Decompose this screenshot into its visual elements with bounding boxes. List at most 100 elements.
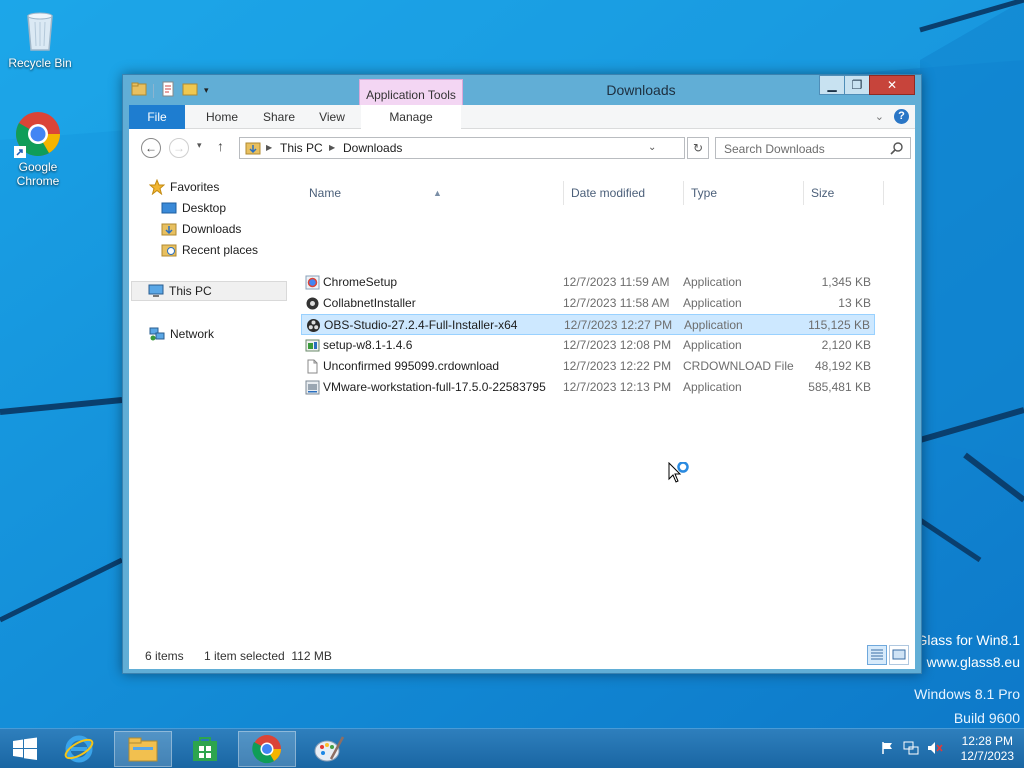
file-name: setup-w8.1-1.4.6: [323, 338, 413, 352]
store-icon: [193, 737, 217, 761]
file-type: CRDOWNLOAD File: [683, 359, 794, 373]
minimize-button[interactable]: ▁: [819, 75, 845, 95]
nav-favorites[interactable]: Favorites: [148, 177, 220, 197]
column-header-date[interactable]: Date modified: [571, 181, 645, 205]
file-row-selected[interactable]: OBS-Studio-27.2.4-Full-Installer-x64 12/…: [301, 314, 875, 335]
network-icon: [149, 326, 165, 342]
nav-this-pc[interactable]: This PC: [131, 281, 287, 301]
column-header-type[interactable]: Type: [691, 181, 717, 205]
maximize-button[interactable]: ❐: [844, 75, 870, 95]
column-divider[interactable]: [883, 181, 884, 205]
file-type: Application: [683, 296, 742, 310]
nav-recent-places[interactable]: Recent places: [161, 240, 258, 260]
breadcrumb-this-pc[interactable]: This PC: [280, 141, 323, 155]
large-icons-view-button[interactable]: [889, 645, 909, 665]
file-row[interactable]: Unconfirmed 995099.crdownload 12/7/2023 …: [301, 356, 875, 377]
recycle-bin-desktop-icon[interactable]: Recycle Bin: [2, 6, 78, 70]
breadcrumb-downloads[interactable]: Downloads: [343, 141, 402, 155]
os-build: Build 9600: [953, 710, 1020, 726]
nav-network[interactable]: Network: [149, 324, 214, 344]
file-date: 12/7/2023 11:58 AM: [563, 296, 670, 310]
nav-favorites-label: Favorites: [170, 180, 220, 194]
installer-icon: [305, 296, 320, 311]
recycle-bin-icon: [16, 6, 64, 54]
file-row[interactable]: CollabnetInstaller 12/7/2023 11:58 AM Ap…: [301, 293, 875, 314]
forward-arrow-icon: →: [173, 141, 185, 155]
help-icon[interactable]: ?: [894, 109, 909, 124]
file-row[interactable]: setup-w8.1-1.4.6 12/7/2023 12:08 PM Appl…: [301, 335, 875, 356]
file-size: 115,125 KB: [808, 318, 870, 332]
tab-file[interactable]: File: [129, 105, 185, 129]
file-date: 12/7/2023 12:22 PM: [563, 359, 672, 373]
file-icon: [305, 359, 320, 374]
ribbon-right-controls: ⌄ ?: [875, 109, 909, 124]
file-size: 2,120 KB: [821, 338, 871, 352]
file-type: Application: [684, 318, 743, 332]
file-size: 48,192 KB: [814, 359, 871, 373]
file-row[interactable]: VMware-workstation-full-17.5.0-22583795 …: [301, 377, 875, 398]
tab-view[interactable]: View: [309, 105, 355, 129]
action-center-flag-icon[interactable]: [881, 741, 895, 758]
nav-downloads[interactable]: Downloads: [161, 219, 241, 239]
watermark-line2: www.glass8.eu: [926, 654, 1020, 670]
recent-locations-chevron-icon[interactable]: ▾: [197, 140, 202, 151]
refresh-button[interactable]: ↻: [687, 137, 709, 159]
taskbar-internet-explorer[interactable]: [50, 731, 108, 767]
file-date: 12/7/2023 12:13 PM: [563, 380, 672, 394]
refresh-icon: ↻: [692, 141, 704, 155]
tab-home[interactable]: Home: [197, 105, 247, 129]
title-bar[interactable]: ▾ Application Tools Downloads ▁ ❐ ✕: [123, 75, 921, 123]
nav-desktop[interactable]: Desktop: [161, 198, 226, 218]
nav-desktop-label: Desktop: [182, 201, 227, 215]
column-name-label: Name: [309, 186, 342, 200]
tab-share[interactable]: Share: [251, 105, 307, 129]
navigation-pane: Favorites Desktop Downloads Recent place…: [129, 167, 297, 641]
system-tray: 12:28 PM 12/7/2023: [881, 729, 1014, 768]
expand-ribbon-icon[interactable]: ⌄: [875, 110, 884, 123]
file-name: VMware-workstation-full-17.5.0-22583795: [323, 380, 546, 394]
taskbar-chrome[interactable]: [238, 731, 296, 767]
obs-icon: [306, 318, 321, 333]
volume-muted-icon[interactable]: [927, 741, 943, 758]
back-button[interactable]: ←: [141, 138, 161, 158]
network-tray-icon[interactable]: [903, 741, 919, 758]
details-view-icon: [871, 649, 883, 660]
breadcrumb-separator-icon[interactable]: ▶: [329, 143, 335, 152]
nav-downloads-label: Downloads: [182, 222, 242, 236]
paint-icon: [314, 736, 345, 762]
status-bar: 6 items 1 item selected 112 MB: [129, 641, 915, 669]
file-size: 585,481 KB: [808, 380, 871, 394]
address-dropdown-icon[interactable]: ⌄: [648, 142, 656, 153]
column-divider[interactable]: [563, 181, 564, 205]
taskbar-store[interactable]: [176, 731, 234, 767]
address-bar[interactable]: ▶ This PC ▶ Downloads ⌄: [239, 137, 685, 159]
shortcut-arrow-icon: [14, 146, 26, 158]
chrome-setup-icon: [305, 275, 320, 290]
search-box[interactable]: Search Downloads: [715, 137, 911, 159]
clock[interactable]: 12:28 PM 12/7/2023: [961, 734, 1014, 764]
tab-manage[interactable]: Manage: [361, 105, 461, 129]
google-chrome-desktop-icon[interactable]: Google Chrome: [0, 110, 76, 188]
star-icon: [148, 178, 166, 196]
details-view-button[interactable]: [867, 645, 887, 665]
nav-recent-places-label: Recent places: [182, 243, 259, 257]
close-button[interactable]: ✕: [869, 75, 915, 95]
status-selection: 1 item selected 112 MB: [204, 649, 332, 663]
window-title-wrap: Downloads: [123, 82, 921, 98]
clock-time: 12:28 PM: [961, 734, 1013, 748]
column-header-name[interactable]: Name ▲: [309, 181, 442, 205]
column-header-size[interactable]: Size: [811, 181, 834, 205]
file-type: Application: [683, 338, 742, 352]
search-icon: [890, 141, 904, 158]
taskbar-paint[interactable]: [300, 731, 358, 767]
file-date: 12/7/2023 12:27 PM: [564, 318, 673, 332]
large-icons-view-icon: [892, 649, 906, 660]
up-arrow-icon[interactable]: ↑: [217, 138, 224, 154]
breadcrumb-separator-icon[interactable]: ▶: [266, 143, 272, 152]
taskbar-file-explorer[interactable]: [114, 731, 172, 767]
column-divider[interactable]: [803, 181, 804, 205]
column-divider[interactable]: [683, 181, 684, 205]
file-row[interactable]: ChromeSetup 12/7/2023 11:59 AM Applicati…: [301, 272, 875, 293]
forward-button[interactable]: →: [169, 138, 189, 158]
start-button[interactable]: [0, 731, 50, 767]
